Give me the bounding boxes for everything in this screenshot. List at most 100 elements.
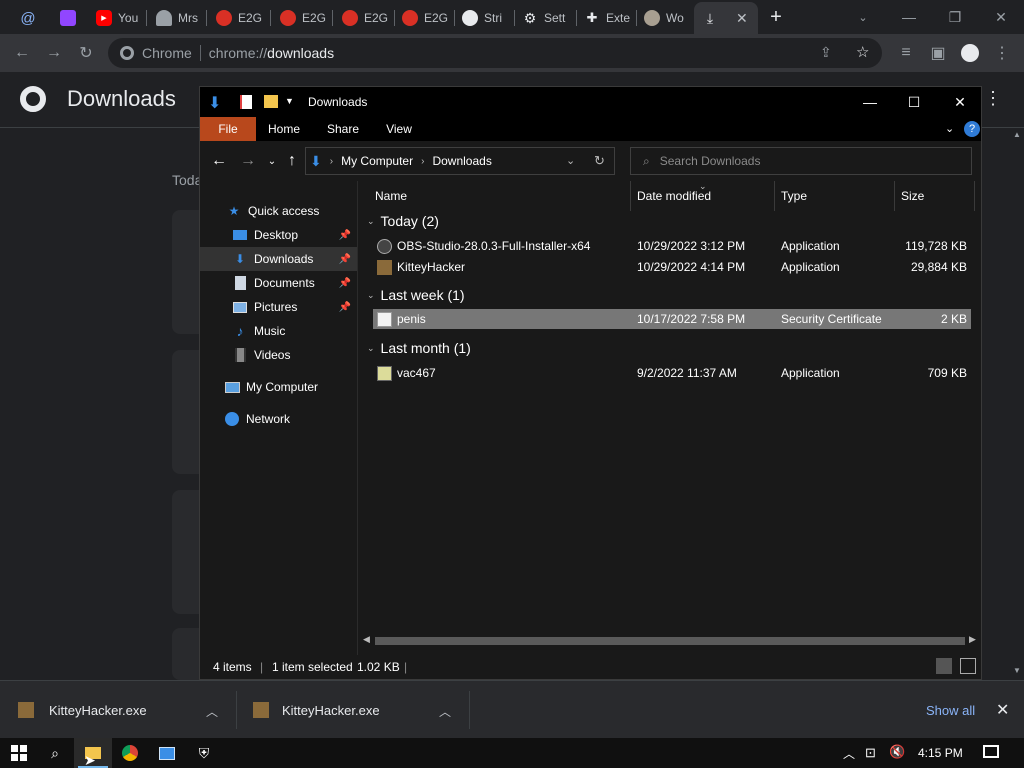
group-header-today-2[interactable]: ⌄ Today (2) xyxy=(367,213,439,229)
search-box[interactable]: ⌕ xyxy=(630,147,972,175)
tab-3[interactable]: Mrs xyxy=(148,4,204,32)
pin-icon[interactable]: 📌 xyxy=(339,230,351,241)
file-row[interactable]: OBS-Studio-28.0.3-Full-Installer-x64 10/… xyxy=(373,236,971,256)
scroll-right-arrow-icon[interactable]: ▶ xyxy=(969,634,976,645)
taskbar-chrome[interactable] xyxy=(111,738,149,768)
explorer-close-button[interactable]: ✕ xyxy=(937,87,983,117)
menu-kebab-icon[interactable]: ⋮ xyxy=(988,39,1016,67)
shelf-download-item[interactable]: KitteyHacker.exe ︿ xyxy=(237,681,469,739)
ribbon-tab-view[interactable]: View xyxy=(378,117,420,141)
group-header-last-week[interactable]: ⌄ Last week (1) xyxy=(367,287,465,303)
explorer-maximize-button[interactable]: ☐ xyxy=(891,87,937,117)
network-status-icon[interactable]: ⊡ xyxy=(865,745,876,761)
scroll-left-arrow-icon[interactable]: ◀ xyxy=(363,634,370,645)
start-button[interactable] xyxy=(0,738,38,768)
tab-search-chevron-icon[interactable]: ⌄ xyxy=(840,0,886,34)
refresh-icon[interactable]: ↻ xyxy=(594,153,605,169)
scroll-up-arrow-icon[interactable]: ▲ xyxy=(1013,130,1021,139)
nav-my-computer[interactable]: My Computer xyxy=(200,375,357,399)
back-button[interactable]: ← xyxy=(8,39,36,67)
tab-2[interactable]: ▶ You xyxy=(88,4,142,32)
horizontal-scrollbar[interactable]: ◀ ▶ xyxy=(359,633,981,649)
minimize-window-button[interactable]: — xyxy=(886,0,932,34)
column-header-size[interactable]: Size xyxy=(895,181,975,211)
tab-4[interactable]: E2G xyxy=(208,4,266,32)
nav-documents[interactable]: Documents 📌 xyxy=(200,271,357,295)
nav-music[interactable]: ♪ Music xyxy=(200,319,357,343)
file-row[interactable]: KitteyHacker 10/29/2022 4:14 PM Applicat… xyxy=(373,257,971,277)
breadcrumb-my-computer[interactable]: My Computer xyxy=(341,154,413,168)
new-folder-icon[interactable] xyxy=(264,95,278,108)
details-view-icon[interactable] xyxy=(936,658,952,674)
pin-icon[interactable]: 📌 xyxy=(339,302,351,313)
breadcrumb-downloads[interactable]: Downloads xyxy=(432,154,491,168)
notifications-icon[interactable] xyxy=(983,745,999,758)
bookmark-star-icon[interactable]: ☆ xyxy=(856,43,869,61)
reload-button[interactable]: ↻ xyxy=(72,39,100,67)
forward-button[interactable]: → xyxy=(40,39,68,67)
address-dropdown-chevron-icon[interactable]: ⌄ xyxy=(566,154,575,167)
tab-8[interactable]: Stri xyxy=(454,4,514,32)
download-options-chevron-icon[interactable]: ︿ xyxy=(206,703,218,720)
show-hidden-icons-chevron-icon[interactable]: ︿ xyxy=(843,745,855,762)
taskbar-search-button[interactable]: ⌕ xyxy=(36,738,74,768)
taskbar-app[interactable] xyxy=(148,738,186,768)
pin-icon[interactable]: 📌 xyxy=(339,254,351,265)
properties-icon[interactable] xyxy=(240,95,252,109)
close-window-button[interactable]: ✕ xyxy=(978,0,1024,34)
nav-network[interactable]: Network xyxy=(200,407,357,431)
ribbon-tab-file[interactable]: File xyxy=(200,117,256,141)
share-icon[interactable]: ⇪ xyxy=(820,44,832,61)
pin-icon[interactable]: 📌 xyxy=(339,278,351,289)
tab-11[interactable]: Wo xyxy=(636,4,694,32)
nav-pictures[interactable]: Pictures 📌 xyxy=(200,295,357,319)
nav-desktop[interactable]: Desktop 📌 xyxy=(200,223,357,247)
tab-1[interactable] xyxy=(52,4,86,32)
explorer-minimize-button[interactable]: — xyxy=(847,87,893,117)
ribbon-tab-share[interactable]: Share xyxy=(320,117,366,141)
profile-avatar-icon[interactable] xyxy=(956,39,984,67)
volume-muted-icon[interactable]: 🔇 xyxy=(889,744,905,760)
tab-close-icon[interactable]: ✕ xyxy=(736,10,748,27)
explorer-back-button[interactable]: ← xyxy=(208,151,230,171)
explorer-address-bar[interactable]: ⬇ › My Computer › Downloads ⌄ ↻ xyxy=(305,147,615,175)
tab-10[interactable]: ✚ Exte xyxy=(576,4,634,32)
tab-6[interactable]: E2G xyxy=(334,4,392,32)
scrollbar-thumb[interactable] xyxy=(375,637,965,645)
ribbon-tab-home[interactable]: Home xyxy=(262,117,306,141)
shelf-download-item[interactable]: KitteyHacker.exe ︿ xyxy=(0,681,236,739)
nav-videos[interactable]: Videos xyxy=(200,343,357,367)
download-options-chevron-icon[interactable]: ︿ xyxy=(439,703,451,720)
tab-12-active[interactable]: ⤓ ✕ xyxy=(694,2,758,34)
new-tab-button[interactable]: + xyxy=(754,0,798,34)
show-all-link[interactable]: Show all xyxy=(926,703,975,718)
taskbar-security[interactable]: ⛨ xyxy=(185,738,223,768)
nav-downloads[interactable]: ⬇ Downloads 📌 xyxy=(200,247,357,271)
tab-0[interactable]: @ xyxy=(12,4,44,32)
group-header-last-month[interactable]: ⌄ Last month (1) xyxy=(367,340,471,356)
column-header-type[interactable]: Type xyxy=(775,181,895,211)
help-icon[interactable]: ? xyxy=(964,121,980,137)
clock[interactable]: 4:15 PM xyxy=(918,746,963,760)
side-panel-icon[interactable]: ▣ xyxy=(924,39,952,67)
reading-list-icon[interactable]: ≡ xyxy=(892,39,920,67)
file-row[interactable]: vac467 9/2/2022 11:37 AM Application 709… xyxy=(373,363,971,383)
tab-5[interactable]: E2G xyxy=(272,4,330,32)
address-bar[interactable]: Chrome chrome:// downloads ⇪ ☆ xyxy=(108,38,882,68)
ribbon-expand-chevron-icon[interactable]: ⌄ xyxy=(945,122,954,135)
scroll-down-arrow-icon[interactable]: ▼ xyxy=(1013,666,1021,675)
restore-window-button[interactable]: ❐ xyxy=(932,0,978,34)
explorer-forward-button[interactable]: → xyxy=(237,151,259,171)
file-row-selected[interactable]: penis 10/17/2022 7:58 PM Security Certif… xyxy=(373,309,971,329)
close-shelf-icon[interactable]: ✕ xyxy=(996,700,1009,720)
column-header-name[interactable]: Name xyxy=(369,181,631,211)
tab-7[interactable]: E2G xyxy=(394,4,452,32)
large-icons-view-icon[interactable] xyxy=(960,658,976,674)
recent-locations-chevron-icon[interactable]: ⌄ xyxy=(261,151,283,171)
up-level-button[interactable]: ↑ xyxy=(281,151,303,171)
menu-kebab-icon[interactable]: ⋮ xyxy=(984,88,1002,109)
page-scrollbar[interactable]: ▲ ▼ xyxy=(1010,128,1024,680)
quick-toolbar-dropdown-icon[interactable]: ▼ xyxy=(285,96,294,106)
search-input[interactable] xyxy=(659,154,950,168)
nav-quick-access[interactable]: ★ Quick access xyxy=(200,199,357,223)
